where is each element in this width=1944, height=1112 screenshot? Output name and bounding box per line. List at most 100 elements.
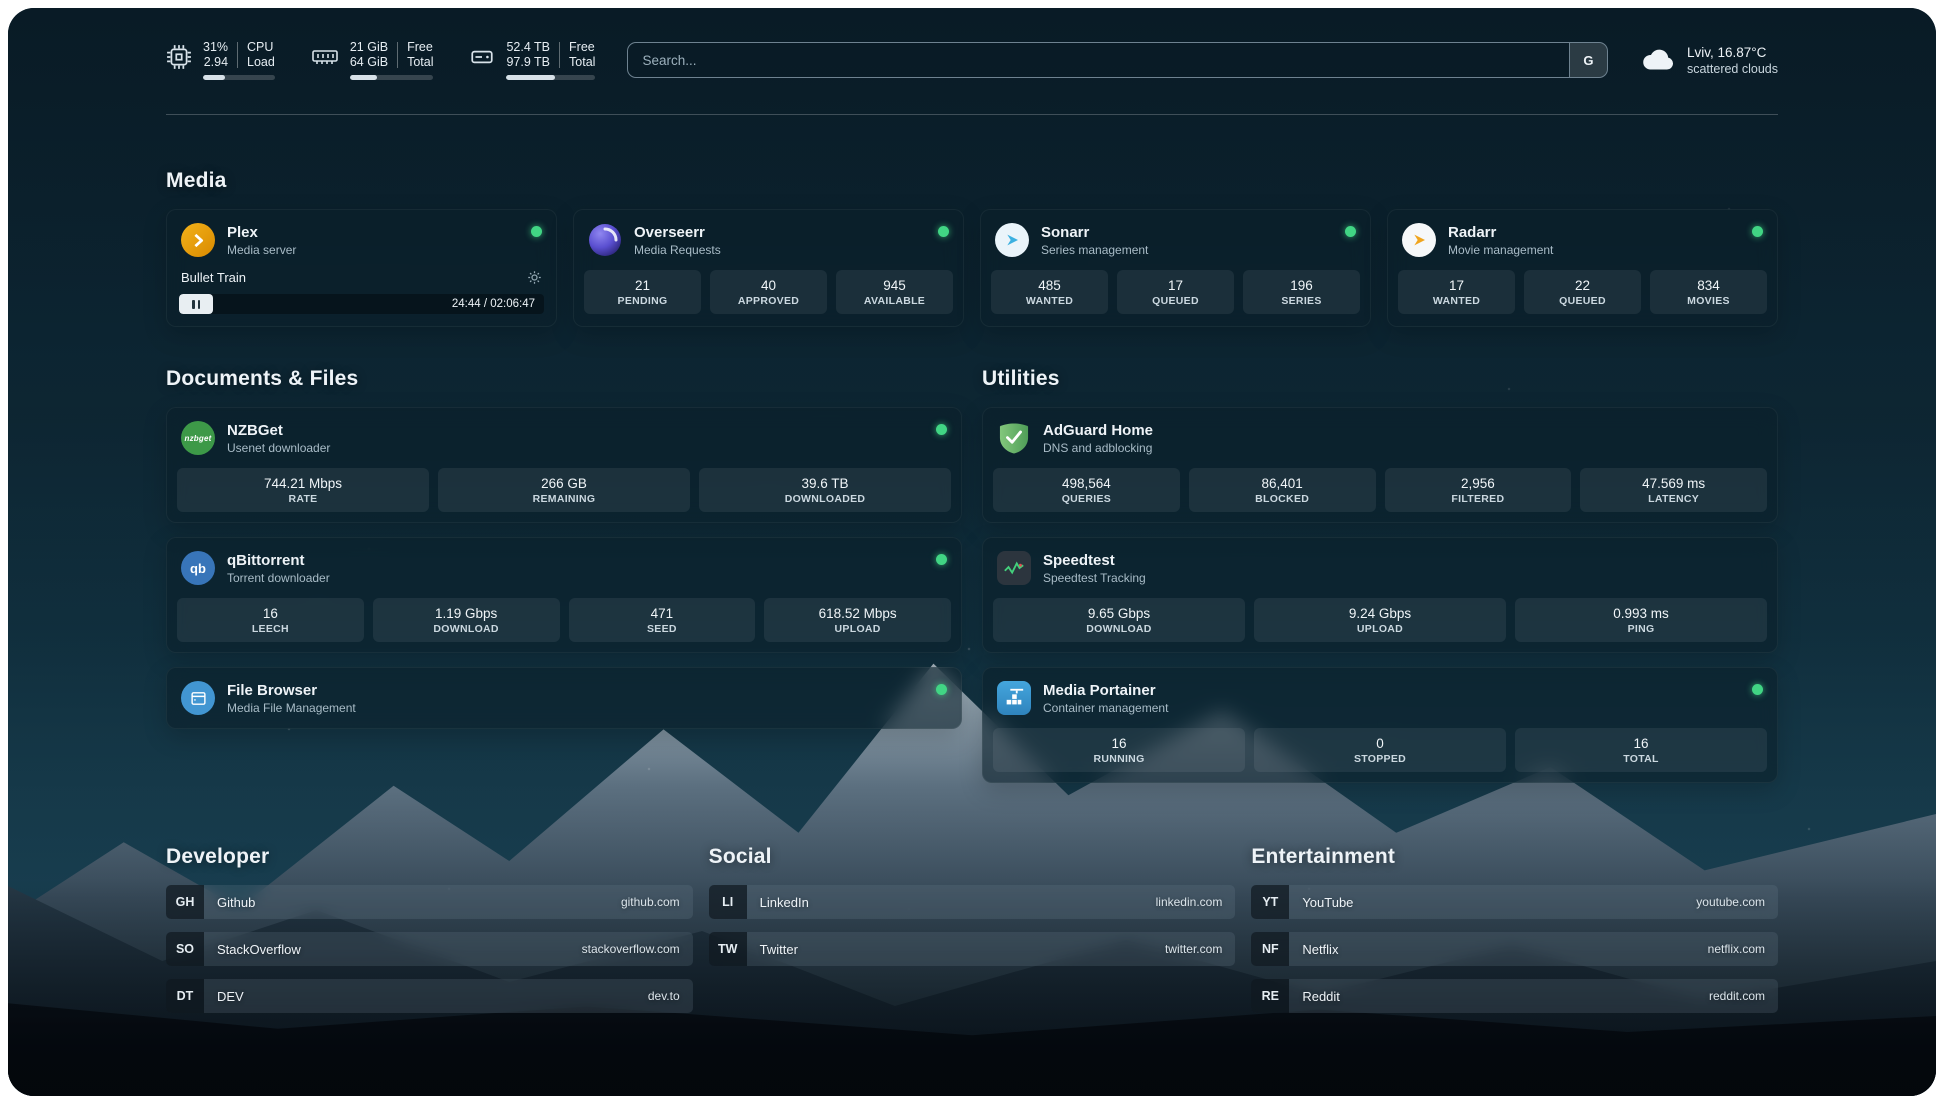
app-qbittorrent[interactable]: qb qBittorrent Torrent downloader [167,538,961,598]
stat-available: 945AVAILABLE [836,270,953,314]
bookmark-twitter[interactable]: TW Twitter twitter.com [709,932,1236,966]
bookmark-name: Github [217,895,255,910]
weather-condition: scattered clouds [1687,62,1778,76]
app-radarr[interactable]: Radarr Movie management [1388,210,1777,270]
app-subtitle: Container management [1043,701,1168,715]
app-subtitle: DNS and adblocking [1043,441,1153,455]
stat-ping: 0.993 msPING [1515,598,1767,642]
cpu-icon [166,44,192,70]
app-name: Media Portainer [1043,682,1168,699]
cloud-icon [1640,47,1676,74]
bookmark-url: youtube.com [1696,895,1765,909]
stat-approved: 40APPROVED [710,270,827,314]
pause-button[interactable] [179,294,213,314]
app-filebrowser[interactable]: File Browser Media File Management [167,668,961,728]
filebrowser-icon [181,681,215,715]
bookmark-abbr: DT [166,979,204,1013]
status-dot-portainer [1752,684,1763,695]
now-playing-row: Bullet Train [167,270,556,285]
disk-total-label: Total [569,55,595,70]
app-nzbget[interactable]: nzbget NZBGet Usenet downloader [167,408,961,468]
widget-divider [559,42,560,68]
app-plex[interactable]: Plex Media server [167,210,556,270]
app-adguard[interactable]: AdGuard Home DNS and adblocking [983,408,1777,468]
stat-remaining: 266 GBREMAINING [438,468,690,512]
disk-icon [469,44,495,70]
bookmark-abbr: TW [709,932,747,966]
section-media: Media Plex Media server Bullet [166,169,1778,327]
stat-queued: 17QUEUED [1117,270,1234,314]
stat-download: 9.65 GbpsDOWNLOAD [993,598,1245,642]
header-divider [166,114,1778,115]
stat-leech: 16LEECH [177,598,364,642]
cpu-load-label: Load [247,55,275,70]
app-subtitle: Series management [1041,243,1148,257]
app-subtitle: Speedtest Tracking [1043,571,1146,585]
bookmark-url: github.com [621,895,680,909]
gear-icon [527,270,542,285]
bookmark-url: reddit.com [1709,989,1765,1003]
section-utilities: Utilities AdGu [982,367,1778,783]
bookmark-dev[interactable]: DT DEV dev.to [166,979,693,1013]
card-filebrowser: File Browser Media File Management [166,667,962,729]
app-subtitle: Media Requests [634,243,721,257]
app-subtitle: Usenet downloader [227,441,330,455]
memory-icon [311,44,339,70]
status-dot-radarr [1752,226,1763,237]
disk-progress-fill [506,75,554,80]
stat-download: 1.19 GbpsDOWNLOAD [373,598,560,642]
card-nzbget: nzbget NZBGet Usenet downloader 744.21 M… [166,407,962,523]
app-sonarr[interactable]: Sonarr Series management [981,210,1370,270]
weather-widget[interactable]: Lviv, 16.87°C scattered clouds [1640,45,1778,76]
search-provider-button[interactable]: G [1569,43,1607,77]
disk-free-value: 52.4 TB [506,40,550,55]
stat-latency: 47.569 msLATENCY [1580,468,1767,512]
bookmark-name: StackOverflow [217,942,301,957]
bookmark-github[interactable]: GH Github github.com [166,885,693,919]
bookmark-stackoverflow[interactable]: SO StackOverflow stackoverflow.com [166,932,693,966]
stat-stopped: 0STOPPED [1254,728,1506,772]
stat-total: 16TOTAL [1515,728,1767,772]
qbittorrent-icon: qb [181,551,215,585]
bookmarks-area: Developer GH Github github.com SO StackO… [166,845,1778,1026]
card-overseerr: Overseerr Media Requests 21PENDING 40APP… [573,209,964,327]
bookmark-url: stackoverflow.com [582,942,680,956]
weather-location: Lviv, 16.87°C [1687,45,1778,60]
stat-wanted: 17WANTED [1398,270,1515,314]
plex-settings-button[interactable] [527,270,542,285]
bookmark-abbr: SO [166,932,204,966]
bookmark-name: Reddit [1302,989,1340,1004]
app-portainer[interactable]: Media Portainer Container management [983,668,1777,728]
stat-rate: 744.21 MbpsRATE [177,468,429,512]
bookmark-netflix[interactable]: NF Netflix netflix.com [1251,932,1778,966]
status-dot-nzbget [936,424,947,435]
app-name: Plex [227,224,296,241]
cpu-progress-track [203,75,275,80]
bookmark-url: twitter.com [1165,942,1222,956]
app-speedtest[interactable]: Speedtest Speedtest Tracking [983,538,1777,598]
stat-upload: 9.24 GbpsUPLOAD [1254,598,1506,642]
bookmark-youtube[interactable]: YT YouTube youtube.com [1251,885,1778,919]
search-bar: G [627,42,1608,78]
cpu-widget: 31% 2.94 CPU Load [166,40,275,80]
bookmark-group-social: Social LI LinkedIn linkedin.com TW Twitt… [709,845,1236,979]
app-subtitle: Torrent downloader [227,571,330,585]
search-input[interactable] [628,43,1569,77]
bookmark-reddit[interactable]: RE Reddit reddit.com [1251,979,1778,1013]
app-overseerr[interactable]: Overseerr Media Requests [574,210,963,270]
cpu-percent: 31% [203,40,228,55]
app-subtitle: Movie management [1448,243,1553,257]
card-portainer: Media Portainer Container management 16R… [982,667,1778,783]
bookmark-name: DEV [217,989,244,1004]
stat-queries: 498,564QUERIES [993,468,1180,512]
bookmark-group-title: Social [709,845,1236,869]
stat-series: 196SERIES [1243,270,1360,314]
card-adguard: AdGuard Home DNS and adblocking 498,564Q… [982,407,1778,523]
playback-progress-bar: 24:44 / 02:06:47 [179,294,544,314]
bookmark-linkedin[interactable]: LI LinkedIn linkedin.com [709,885,1236,919]
bookmark-url: linkedin.com [1156,895,1223,909]
card-sonarr: Sonarr Series management 485WANTED 17QUE… [980,209,1371,327]
disk-free-label: Free [569,40,595,55]
memory-free-label: Free [407,40,433,55]
bookmark-abbr: RE [1251,979,1289,1013]
